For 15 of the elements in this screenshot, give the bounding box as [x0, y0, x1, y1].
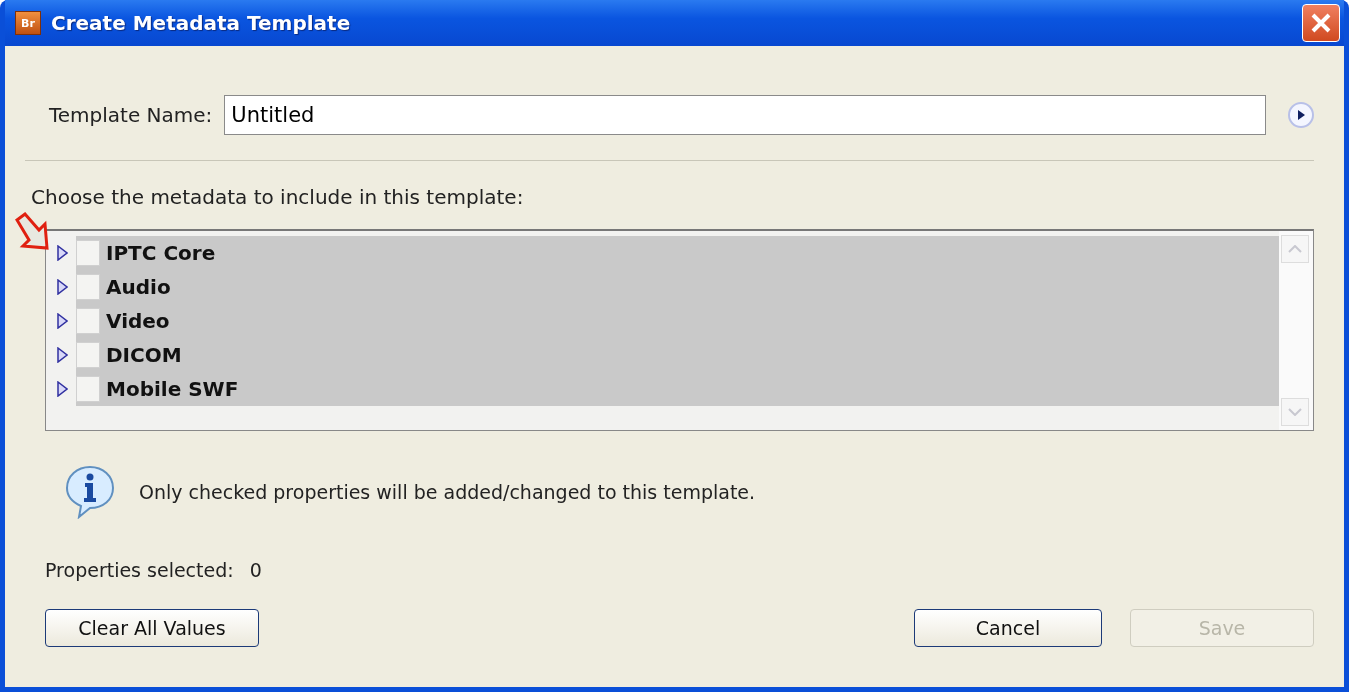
clear-all-values-button[interactable]: Clear All Values — [45, 609, 259, 647]
tree-item-label: Mobile SWF — [106, 377, 239, 401]
tree-item-label: Audio — [106, 275, 171, 299]
tree-item-label: IPTC Core — [106, 241, 216, 265]
template-name-label: Template Name: — [49, 103, 213, 127]
info-message: Only checked properties will be added/changed to this template. — [139, 481, 756, 503]
properties-selected-label: Properties selected: — [45, 559, 234, 581]
tree-item-label: DICOM — [106, 343, 182, 367]
app-badge: Br — [15, 11, 41, 35]
instruction-text: Choose the metadata to include in this template: — [31, 185, 525, 209]
template-name-field[interactable]: Untitled — [224, 95, 1266, 135]
properties-selected-count: 0 — [249, 559, 262, 581]
tree-item-label: Video — [106, 309, 170, 333]
cancel-button[interactable]: Cancel — [914, 609, 1102, 647]
window-title: Create Metadata Template — [51, 11, 352, 35]
